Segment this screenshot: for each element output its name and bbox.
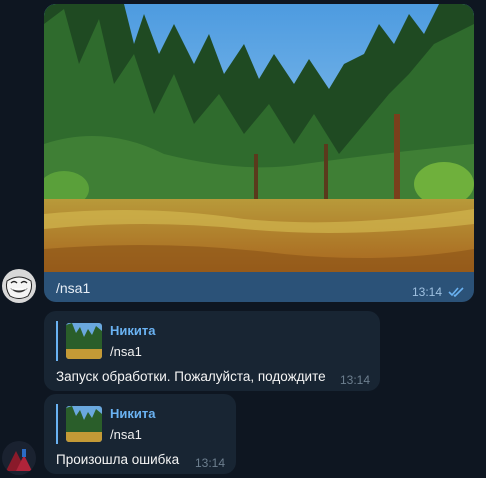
message-time: 13:14: [195, 456, 226, 470]
reply-author: Никита: [110, 323, 156, 338]
reply-text: /nsa1: [110, 427, 142, 442]
message-time: 13:14: [411, 285, 442, 299]
double-check-icon: [448, 285, 466, 302]
troll-face-icon: [2, 269, 36, 303]
message-time: 13:14: [340, 373, 371, 387]
bot-avatar[interactable]: [2, 441, 36, 475]
message-text: Запуск обработки. Пожалуйста, подождите: [56, 369, 326, 384]
outgoing-message[interactable]: /nsa1 13:14: [44, 4, 474, 302]
forest-meadow-thumbnail-icon: [66, 323, 102, 359]
bot-avatar-icon: [2, 441, 36, 475]
reply-author: Никита: [110, 406, 156, 421]
reply-quote[interactable]: Никита /nsa1: [56, 404, 155, 444]
forest-meadow-thumbnail-icon: [66, 406, 102, 442]
reply-quote[interactable]: Никита /nsa1: [56, 321, 155, 361]
reply-thumbnail: [66, 406, 102, 442]
user-avatar[interactable]: [2, 269, 36, 303]
incoming-message[interactable]: Никита /nsa1 Произошла ошибка 13:14: [44, 394, 236, 474]
reply-text: /nsa1: [110, 344, 142, 359]
message-text: /nsa1: [56, 280, 91, 296]
message-text: Произошла ошибка: [56, 452, 180, 467]
message-photo[interactable]: [44, 4, 474, 272]
forest-meadow-photo-icon: [44, 4, 474, 272]
incoming-message[interactable]: Никита /nsa1 Запуск обработки. Пожалуйст…: [44, 311, 380, 391]
reply-thumbnail: [66, 323, 102, 359]
